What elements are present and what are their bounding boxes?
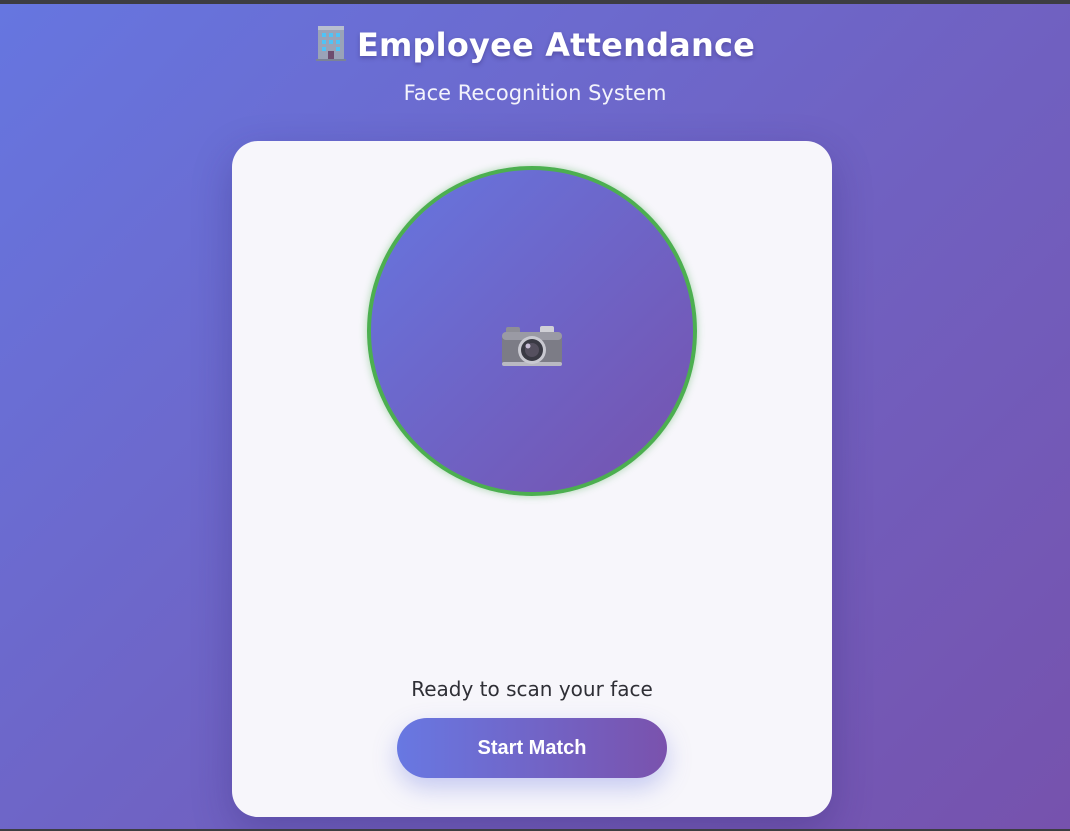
page-header: Employee Attendance Face Recognition Sys… [0,22,1070,108]
camera-preview[interactable] [367,166,697,496]
office-building-icon [315,24,347,62]
camera-icon [500,322,564,370]
page-subtitle: Face Recognition System [403,81,667,105]
start-match-button[interactable]: Start Match [397,718,667,778]
title-text: Employee Attendance [356,26,756,64]
page-title: Employee Attendance [0,22,1070,68]
scan-status-text: Ready to scan your face [411,677,653,701]
window-top-edge [0,0,1070,4]
attendance-card: Ready to scan your face Start Match [232,141,832,817]
